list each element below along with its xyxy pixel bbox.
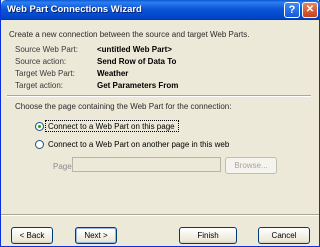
source-action-value: Send Row of Data To [97, 57, 177, 66]
radio-other-page[interactable] [35, 140, 44, 149]
back-button[interactable]: < Back [11, 227, 53, 244]
target-action-label: Target action: [15, 81, 64, 90]
cancel-button[interactable]: Cancel [258, 227, 310, 244]
intro-text: Create a new connection between the sour… [9, 30, 250, 39]
target-action-value: Get Parameters From [97, 81, 179, 90]
title-bar: Web Part Connections Wizard ? ✕ [1, 0, 320, 20]
option-this-page-label: Connect to a Web Part on this page [48, 122, 175, 131]
close-button[interactable]: ✕ [302, 2, 318, 18]
source-web-part-value: <untitled Web Part> [97, 45, 172, 54]
radio-selected-dot [38, 125, 41, 128]
page-input[interactable] [72, 157, 221, 172]
dialog-body: Create a new connection between the sour… [1, 20, 319, 247]
dialog-title: Web Part Connections Wizard [7, 4, 142, 15]
help-button[interactable]: ? [284, 2, 300, 18]
target-web-part-value: Weather [97, 69, 129, 78]
source-action-label: Source action: [15, 57, 67, 66]
section-divider [7, 95, 311, 97]
browse-button[interactable]: Browse... [225, 157, 277, 174]
next-button[interactable]: Next > [75, 227, 117, 244]
finish-button[interactable]: Finish [179, 227, 237, 244]
radio-this-page[interactable] [35, 122, 44, 131]
page-field-label: Page: [53, 162, 74, 171]
choose-page-text: Choose the page containing the Web Part … [15, 102, 232, 111]
wizard-dialog: Web Part Connections Wizard ? ✕ Create a… [0, 0, 320, 247]
footer-divider [1, 214, 319, 216]
source-web-part-label: Source Web Part: [15, 45, 78, 54]
target-web-part-label: Target Web Part: [15, 69, 75, 78]
option-other-page-label: Connect to a Web Part on another page in… [48, 140, 230, 149]
